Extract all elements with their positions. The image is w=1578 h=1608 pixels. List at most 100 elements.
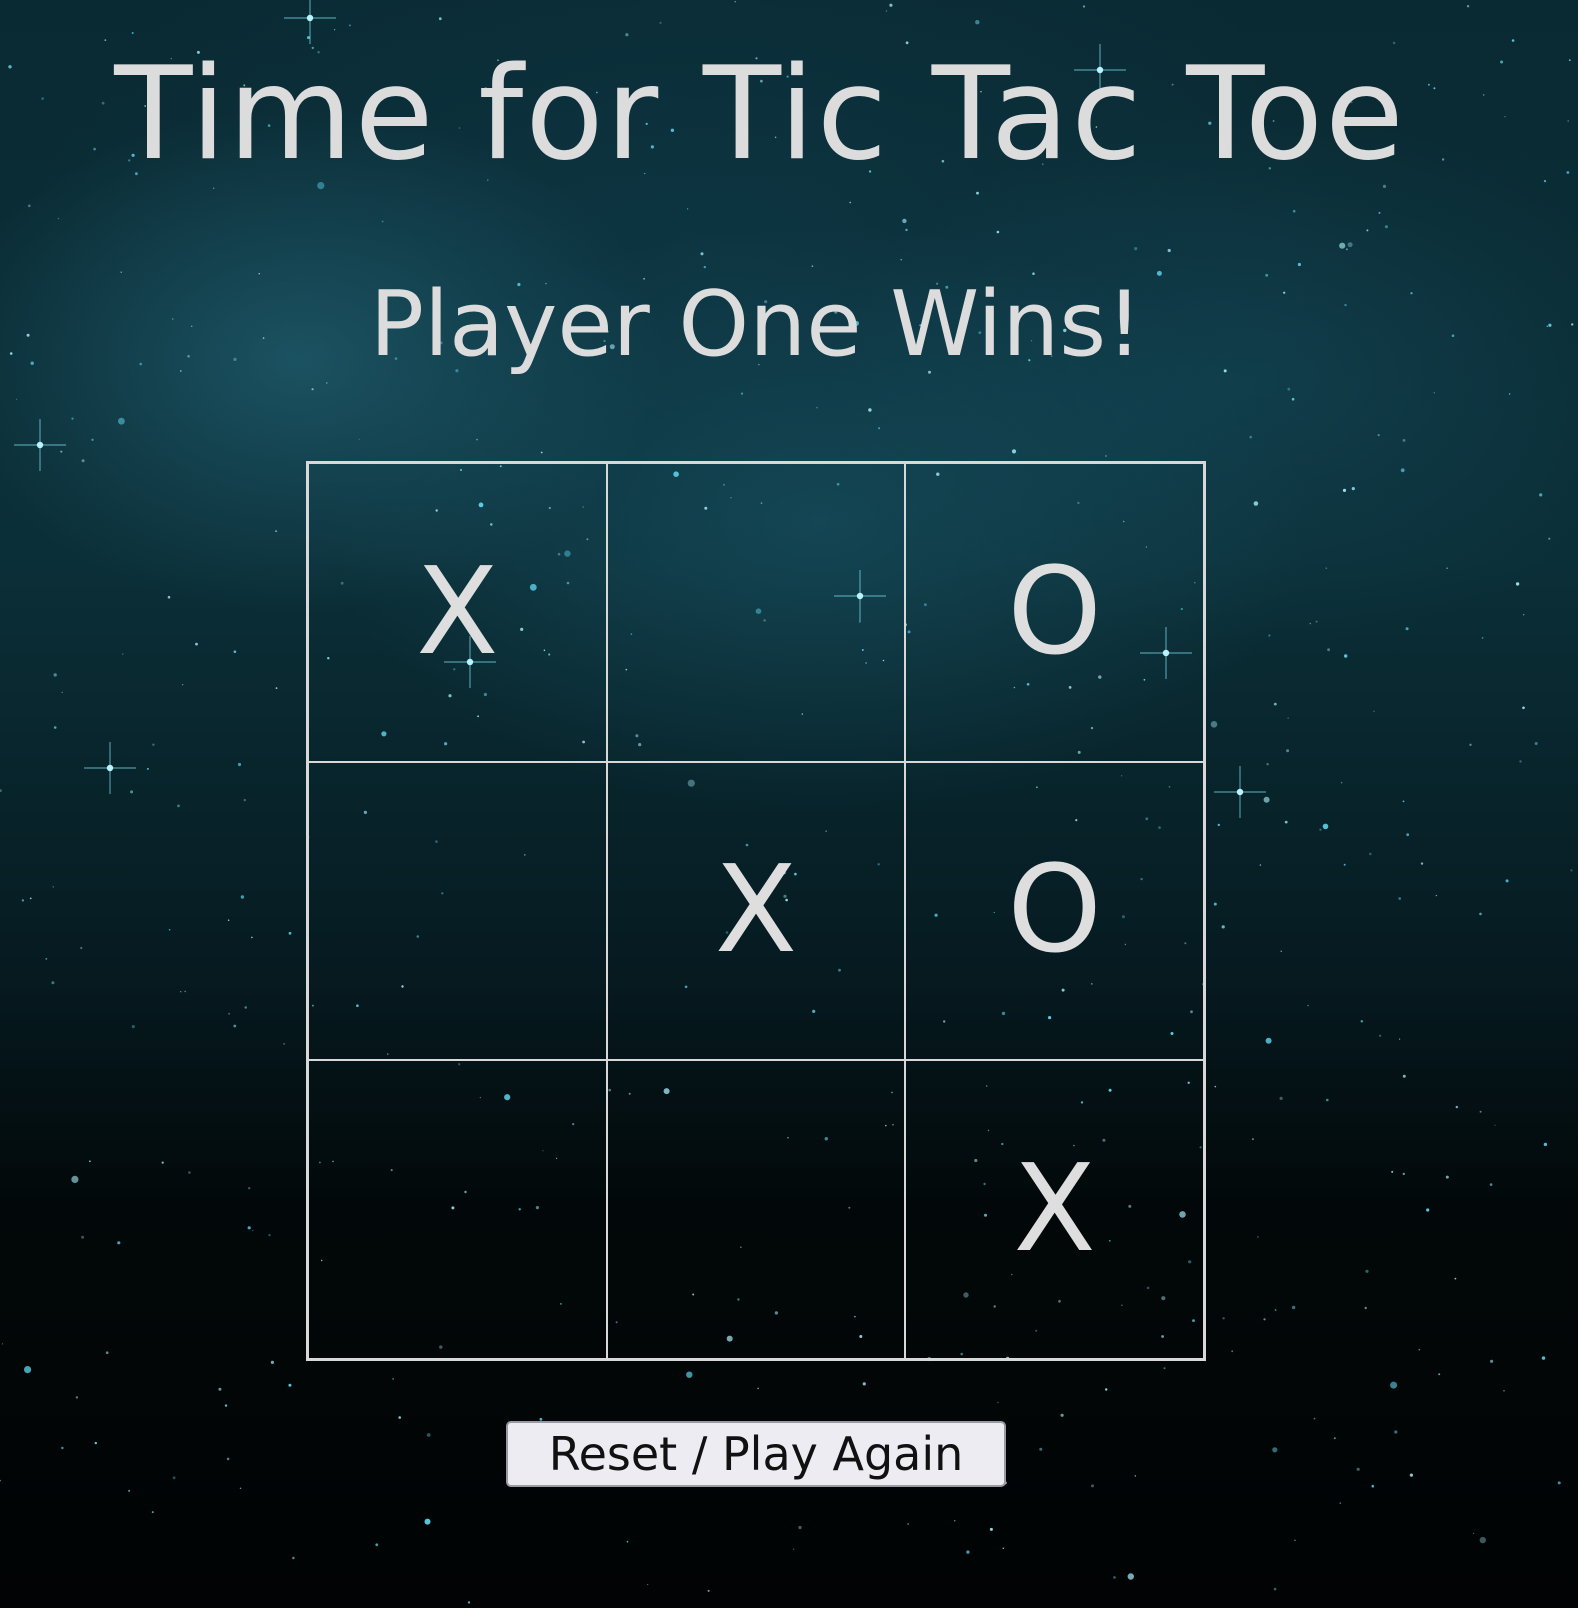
star	[233, 650, 237, 653]
star	[1127, 1573, 1135, 1580]
star	[540, 451, 543, 454]
star	[1291, 1305, 1296, 1310]
star	[1217, 823, 1221, 827]
star	[1469, 743, 1472, 746]
star	[307, 36, 310, 40]
flare-star	[84, 742, 136, 794]
star	[1400, 468, 1405, 473]
star	[862, 1382, 866, 1386]
star	[1366, 229, 1369, 232]
board-cell-4[interactable]	[308, 761, 607, 1061]
star	[180, 991, 182, 993]
star	[1287, 387, 1291, 391]
board-cell-8[interactable]	[606, 1060, 906, 1359]
star	[130, 790, 134, 794]
star	[626, 1540, 629, 1543]
star	[647, 1583, 649, 1586]
star	[292, 1556, 295, 1560]
star	[1351, 487, 1355, 491]
star	[1333, 1437, 1336, 1440]
star	[1326, 1098, 1329, 1102]
board-cell-7[interactable]	[308, 1060, 607, 1359]
star	[311, 388, 314, 391]
board-cell-6[interactable]: O	[905, 761, 1204, 1061]
star	[1356, 1467, 1360, 1471]
star	[161, 1161, 164, 1164]
star	[1287, 717, 1289, 719]
star	[24, 1366, 32, 1374]
star	[268, 1234, 271, 1237]
star	[1339, 242, 1346, 249]
board-cell-5[interactable]: X	[606, 761, 906, 1061]
star	[0, 789, 2, 792]
star	[1494, 1124, 1496, 1127]
star	[1263, 1318, 1266, 1321]
flare-star	[14, 419, 66, 471]
star	[1384, 225, 1388, 229]
star	[91, 438, 94, 441]
star	[1398, 897, 1401, 900]
star	[177, 804, 180, 808]
star	[348, 24, 351, 27]
star	[275, 687, 278, 689]
star	[907, 1523, 909, 1525]
star	[81, 459, 85, 463]
star	[1454, 1277, 1457, 1280]
star	[1340, 781, 1343, 784]
star	[703, 265, 706, 269]
star	[1409, 1473, 1413, 1477]
star	[1557, 1481, 1561, 1485]
game-board: X O X O X	[306, 461, 1206, 1361]
star	[438, 17, 442, 21]
board-cell-3[interactable]: O	[905, 463, 1204, 762]
star	[687, 208, 689, 210]
star	[1490, 1359, 1494, 1363]
star	[1249, 435, 1252, 439]
star	[1455, 1105, 1459, 1109]
board-cell-9[interactable]: X	[905, 1060, 1204, 1359]
star	[707, 1589, 710, 1592]
star	[1339, 1502, 1342, 1504]
star	[989, 1527, 993, 1531]
star	[1418, 1348, 1421, 1351]
star	[1433, 392, 1435, 394]
star	[1134, 247, 1138, 251]
star	[1390, 1381, 1398, 1389]
star	[1546, 325, 1549, 328]
star	[244, 1006, 247, 1009]
star	[195, 642, 198, 646]
star	[902, 218, 907, 224]
star	[659, 21, 662, 24]
reset-play-again-button[interactable]: Reset / Play Again	[506, 1421, 1006, 1487]
star	[227, 919, 230, 921]
star	[270, 1360, 274, 1364]
flare-star	[284, 0, 336, 44]
star	[1543, 179, 1547, 183]
star	[426, 1433, 431, 1437]
board-cell-2[interactable]	[606, 463, 906, 762]
star	[0, 1479, 1, 1482]
star	[1231, 1350, 1234, 1353]
star	[237, 762, 242, 767]
star	[1534, 742, 1538, 745]
star	[1438, 1373, 1441, 1376]
star	[1378, 211, 1381, 214]
star	[1548, 537, 1551, 540]
star	[1307, 1004, 1309, 1007]
board-cell-1[interactable]: X	[308, 463, 607, 762]
star	[997, 1401, 999, 1404]
star	[1541, 1356, 1546, 1360]
star	[1435, 894, 1438, 897]
star	[476, 438, 478, 441]
star	[1251, 1138, 1254, 1141]
star	[89, 1160, 91, 1163]
star	[61, 691, 63, 694]
star	[1315, 620, 1318, 623]
star	[1479, 1536, 1487, 1544]
star	[218, 1387, 222, 1391]
star	[1214, 1085, 1217, 1088]
star	[1571, 323, 1574, 326]
star	[131, 1025, 135, 1029]
star	[966, 1550, 970, 1554]
star	[1391, 1170, 1394, 1173]
